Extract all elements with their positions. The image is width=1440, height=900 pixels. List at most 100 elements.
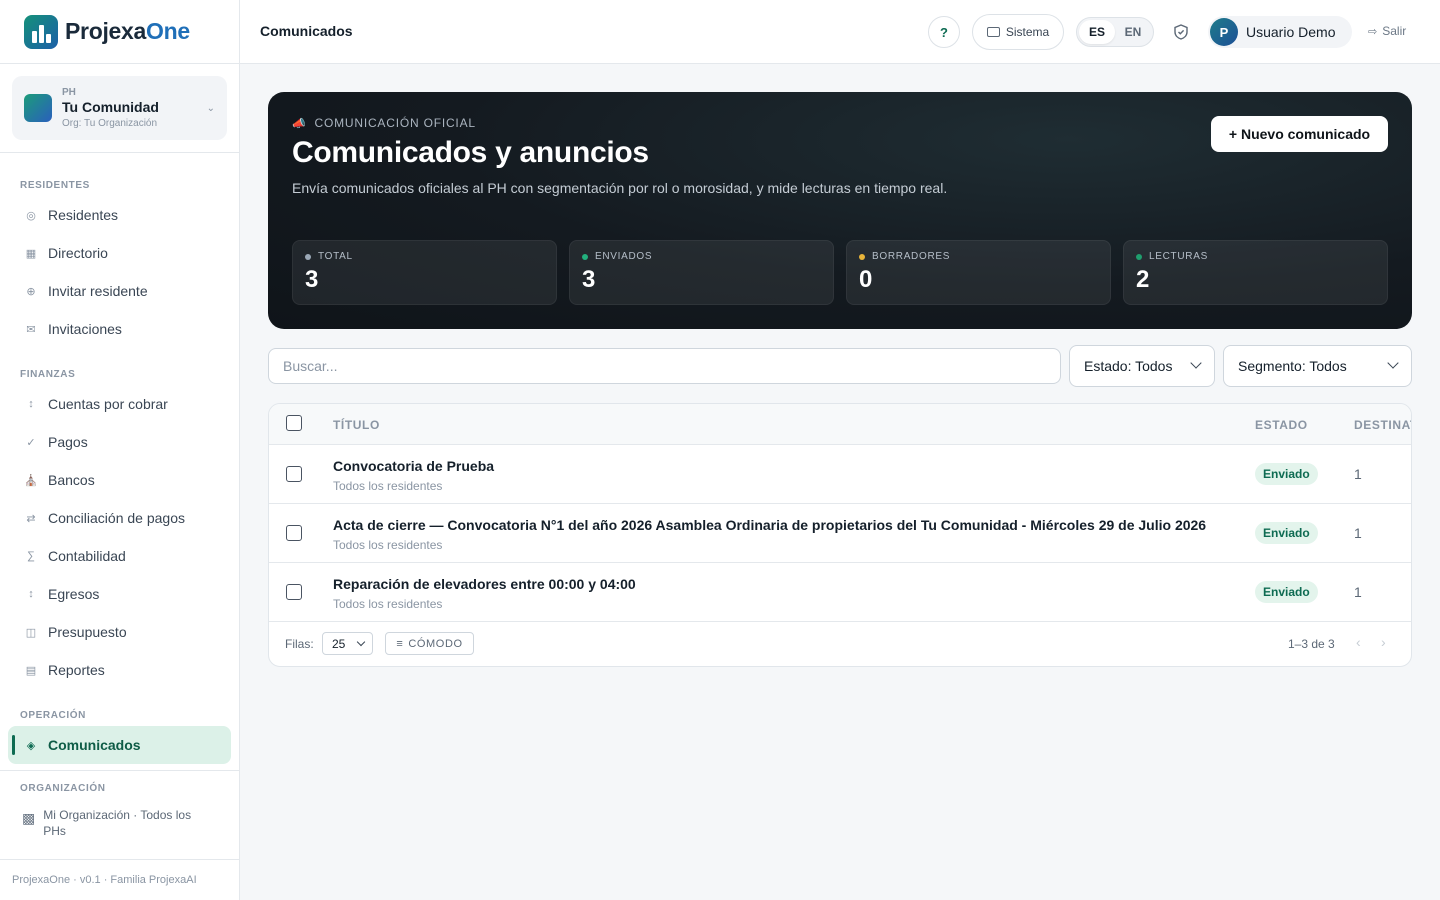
sidebar-item-label: Directorio (48, 245, 108, 261)
ph-avatar (24, 94, 52, 122)
receivable-icon: ↕ (28, 398, 34, 410)
hero-description: Envía comunicados oficiales al PH con se… (292, 180, 948, 196)
sidebar-item-comunicados[interactable]: ◈ Comunicados (8, 726, 231, 764)
stat-dot (582, 253, 588, 260)
budget-icon: ◫ (25, 626, 37, 639)
theme-system-button[interactable]: Sistema (972, 14, 1064, 50)
chevron-down-icon (1387, 357, 1399, 369)
stat-total: TOTAL 3 (292, 240, 557, 305)
sidebar-item-mi-organizacion[interactable]: ▩ Mi Organización · Todos los PHs (0, 807, 239, 839)
chevron-down-icon (356, 637, 366, 647)
stat-dot (859, 253, 865, 260)
stat-label: TOTAL (318, 251, 353, 262)
stat-dot (305, 253, 311, 260)
sidebar-item-label: Conciliación de pagos (48, 510, 185, 526)
sidebar: ProjexaOne PH Tu Comunidad Org: Tu Organ… (0, 0, 240, 900)
density-label: CÓMODO (408, 637, 463, 650)
row-checkbox[interactable] (286, 584, 302, 600)
stat-value: 3 (582, 266, 596, 293)
rows-per-page-label: Filas: (285, 637, 314, 651)
table-header: TÍTULO ESTADO DESTINAT (269, 404, 1411, 445)
sidebar-item-label: Bancos (48, 472, 95, 488)
shield-icon[interactable] (1174, 24, 1188, 40)
menu-icon: ≡ (396, 637, 404, 650)
select-all-checkbox[interactable] (286, 415, 302, 431)
monitor-icon (986, 27, 1000, 37)
stat-enviados: ENVIADOS 3 (569, 240, 834, 305)
status-badge: Enviado (1255, 463, 1318, 485)
sidebar-item-label: Comunicados (48, 737, 141, 753)
search-input[interactable] (268, 348, 1061, 384)
sidebar-item-conciliacion[interactable]: ⇄ Conciliación de pagos (0, 499, 239, 537)
status-badge: Enviado (1255, 581, 1318, 603)
sidebar-item-label: Contabilidad (48, 548, 126, 564)
check-icon: ✓ (26, 436, 36, 449)
brand[interactable]: ProjexaOne (0, 0, 239, 64)
lang-es-button[interactable]: ES (1079, 20, 1115, 44)
rows-per-page-value: 25 (332, 636, 346, 651)
reports-icon: ▤ (25, 664, 37, 677)
segment-filter-value: Segmento: Todos (1238, 358, 1347, 374)
sidebar-item-presupuesto[interactable]: ◫ Presupuesto (0, 613, 239, 651)
sidebar-item-invitaciones[interactable]: ✉ Invitaciones (0, 310, 239, 348)
ph-kicker: PH (62, 87, 76, 98)
stat-value: 2 (1136, 266, 1150, 293)
hero-kicker: 📣 COMUNICACIÓN OFICIAL (292, 116, 476, 130)
sidebar-item-label: Mi Organización · Todos los PHs (43, 808, 192, 838)
stat-value: 3 (305, 266, 319, 293)
status-filter-select[interactable]: Estado: Todos (1069, 345, 1215, 387)
sidebar-item-reportes[interactable]: ▤ Reportes (0, 651, 239, 689)
sidebar-item-label: Presupuesto (48, 624, 127, 640)
sidebar-item-egresos[interactable]: ↕ Egresos (0, 575, 239, 613)
brand-logo-icon (24, 14, 58, 49)
row-title[interactable]: Convocatoria de Prueba (333, 458, 494, 474)
help-button[interactable]: ? (928, 16, 960, 48)
sidebar-version: ProjexaOne · v0.1 · Familia ProjexaAI (0, 859, 239, 900)
sidebar-item-pagos[interactable]: ✓ Pagos (0, 423, 239, 461)
user-menu[interactable]: P Usuario Demo (1208, 16, 1352, 48)
row-segment: Todos los residentes (333, 538, 443, 552)
logout-button[interactable]: ⇨ Salir (1368, 24, 1406, 38)
user-name: Usuario Demo (1246, 24, 1336, 40)
row-recipients: 1 (1354, 466, 1362, 482)
row-title[interactable]: Acta de cierre — Convocatoria N°1 del añ… (333, 517, 1206, 533)
building-icon: ▩ (22, 810, 36, 826)
next-page-button[interactable]: › (1381, 634, 1386, 650)
row-checkbox[interactable] (286, 466, 302, 482)
language-toggle: ES EN (1076, 17, 1154, 47)
new-announcement-button[interactable]: + Nuevo comunicado (1211, 116, 1388, 152)
prev-page-button[interactable]: ‹ (1356, 634, 1361, 650)
sidebar-item-label: Invitaciones (48, 321, 122, 337)
sidebar-item-bancos[interactable]: ⛪ Bancos (0, 461, 239, 499)
swap-icon: ⇄ (26, 512, 36, 525)
table-row[interactable]: Acta de cierre — Convocatoria N°1 del añ… (269, 504, 1411, 563)
row-recipients: 1 (1354, 525, 1362, 541)
sidebar-item-invitar[interactable]: ⊕ Invitar residente (0, 272, 239, 310)
sigma-icon: ∑ (27, 550, 35, 562)
sidebar-item-label: Residentes (48, 207, 119, 223)
megaphone-icon: 📣 (292, 117, 307, 130)
logout-icon: ⇨ (1368, 25, 1378, 38)
nav-section-finanzas: FINANZAS (20, 369, 76, 380)
row-title[interactable]: Reparación de elevadores entre 00:00 y 0… (333, 576, 636, 592)
directory-icon: ▦ (25, 247, 37, 260)
ph-selector[interactable]: PH Tu Comunidad Org: Tu Organización ⌄ (12, 76, 227, 140)
segment-filter-select[interactable]: Segmento: Todos (1223, 345, 1412, 387)
sidebar-item-directorio[interactable]: ▦ Directorio (0, 234, 239, 272)
lang-en-button[interactable]: EN (1115, 20, 1151, 44)
brand-name: ProjexaOne (65, 18, 190, 44)
sidebar-item-contabilidad[interactable]: ∑ Contabilidad (0, 537, 239, 575)
density-toggle-button[interactable]: ≡ CÓMODO (385, 632, 474, 655)
table-row[interactable]: Convocatoria de Prueba Todos los residen… (269, 445, 1411, 504)
rows-per-page-select[interactable]: 25 (322, 632, 373, 655)
column-header-status[interactable]: ESTADO (1255, 418, 1308, 432)
column-header-title[interactable]: TÍTULO (333, 418, 380, 432)
status-badge: Enviado (1255, 522, 1318, 544)
sidebar-item-cuentas[interactable]: ↕ Cuentas por cobrar (0, 385, 239, 423)
table-row[interactable]: Reparación de elevadores entre 00:00 y 0… (269, 563, 1411, 622)
sidebar-item-residentes[interactable]: ◎ Residentes (0, 196, 239, 234)
column-header-recipients[interactable]: DESTINAT (1354, 418, 1411, 432)
nav-section-organizacion: ORGANIZACIÓN (20, 783, 106, 794)
topbar: Comunicados ? Sistema ES EN P Usuario De… (240, 0, 1440, 64)
row-checkbox[interactable] (286, 525, 302, 541)
